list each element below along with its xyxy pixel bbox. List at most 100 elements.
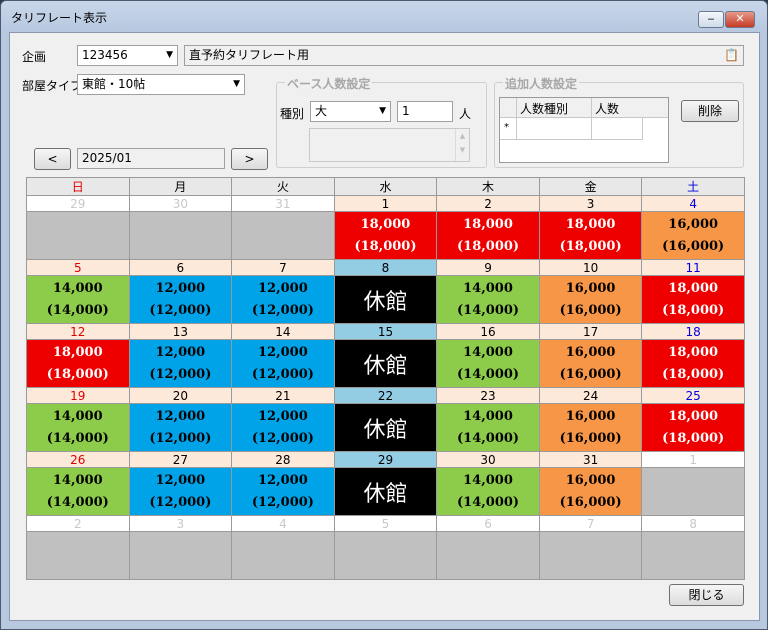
extra-people-grid[interactable]: 人数種別 人数 * (499, 97, 669, 163)
price-cell[interactable]: 12,000 (12,000) (231, 467, 335, 516)
day-number[interactable]: 9 (436, 259, 540, 276)
price-cell[interactable]: 18,000 (18,000) (436, 211, 540, 260)
price-cell[interactable]: 12,000 (12,000) (231, 275, 335, 324)
price-cell[interactable]: 16,000 (16,000) (641, 211, 745, 260)
day-number[interactable]: 31 (538, 451, 643, 468)
month-field[interactable]: 2025/01 (77, 148, 225, 169)
day-number[interactable]: 18 (641, 323, 745, 340)
price-cell[interactable]: 18,000 (18,000) (641, 275, 745, 324)
day-number[interactable]: 1 (333, 195, 438, 212)
minimize-button[interactable]: ‒ (698, 11, 724, 28)
empty-day-cell[interactable] (641, 531, 745, 580)
day-number[interactable]: 6 (436, 515, 540, 532)
day-number[interactable]: 3 (538, 195, 643, 212)
day-number[interactable]: 5 (26, 259, 130, 276)
day-number[interactable]: 29 (333, 451, 438, 468)
price-cell[interactable]: 12,000 (12,000) (128, 275, 233, 324)
day-number[interactable]: 26 (26, 451, 130, 468)
day-number[interactable]: 25 (641, 387, 745, 404)
empty-day-cell[interactable] (26, 211, 130, 260)
price-cell[interactable]: 14,000 (14,000) (436, 403, 540, 452)
day-number[interactable]: 15 (333, 323, 438, 340)
day-number[interactable]: 14 (231, 323, 335, 340)
day-number[interactable]: 7 (538, 515, 643, 532)
grid-col-count[interactable]: 人数 (595, 100, 619, 117)
next-month-button[interactable]: > (231, 148, 268, 170)
day-number[interactable]: 5 (333, 515, 438, 532)
plan-name-field[interactable]: 直予約タリフレート用 📋 (184, 45, 744, 66)
base-count-input[interactable]: 1 (397, 101, 453, 122)
empty-day-cell[interactable] (436, 531, 540, 580)
scrollbar[interactable]: ▲ ▼ (455, 129, 469, 161)
day-number[interactable]: 27 (128, 451, 233, 468)
price-cell[interactable]: 12,000 (12,000) (128, 467, 233, 516)
day-number[interactable]: 2 (436, 195, 540, 212)
delete-button[interactable]: 削除 (681, 100, 739, 122)
day-number[interactable]: 31 (231, 195, 335, 212)
day-number[interactable]: 29 (26, 195, 130, 212)
day-number[interactable]: 30 (128, 195, 233, 212)
closed-day-cell[interactable]: 休館 (333, 403, 438, 452)
closed-day-cell[interactable]: 休館 (333, 275, 438, 324)
price-cell[interactable]: 12,000 (12,000) (128, 339, 233, 388)
price-cell[interactable]: 12,000 (12,000) (128, 403, 233, 452)
day-number[interactable]: 24 (538, 387, 643, 404)
closed-day-cell[interactable]: 休館 (333, 339, 438, 388)
price-cell[interactable]: 16,000 (16,000) (538, 339, 643, 388)
price-cell[interactable]: 14,000 (14,000) (26, 275, 130, 324)
day-number[interactable]: 8 (333, 259, 438, 276)
price-cell[interactable]: 12,000 (12,000) (231, 403, 335, 452)
day-number[interactable]: 2 (26, 515, 130, 532)
price-cell[interactable]: 14,000 (14,000) (26, 467, 130, 516)
price-cell[interactable]: 16,000 (16,000) (538, 275, 643, 324)
empty-day-cell[interactable] (26, 531, 130, 580)
day-number[interactable]: 11 (641, 259, 745, 276)
price-cell[interactable]: 18,000 (18,000) (333, 211, 438, 260)
day-number[interactable]: 13 (128, 323, 233, 340)
day-number[interactable]: 20 (128, 387, 233, 404)
day-number[interactable]: 30 (436, 451, 540, 468)
empty-day-cell[interactable] (231, 211, 335, 260)
day-number[interactable]: 8 (641, 515, 745, 532)
day-number[interactable]: 1 (641, 451, 745, 468)
day-number[interactable]: 3 (128, 515, 233, 532)
day-number[interactable]: 4 (231, 515, 335, 532)
day-number[interactable]: 21 (231, 387, 335, 404)
day-number[interactable]: 6 (128, 259, 233, 276)
day-number[interactable]: 16 (436, 323, 540, 340)
empty-day-cell[interactable] (538, 531, 643, 580)
price-cell[interactable]: 12,000 (12,000) (231, 339, 335, 388)
day-number[interactable]: 17 (538, 323, 643, 340)
day-number[interactable]: 4 (641, 195, 745, 212)
prev-month-button[interactable]: < (34, 148, 71, 170)
day-number[interactable]: 12 (26, 323, 130, 340)
day-number[interactable]: 23 (436, 387, 540, 404)
price-cell[interactable]: 18,000 (18,000) (641, 403, 745, 452)
day-number[interactable]: 22 (333, 387, 438, 404)
price-cell[interactable]: 14,000 (14,000) (436, 339, 540, 388)
title-bar[interactable]: タリフレート表示 ‒ ✕ (1, 1, 767, 31)
kind-combo[interactable]: 大 ▼ (310, 101, 391, 122)
closed-day-cell[interactable]: 休館 (333, 467, 438, 516)
empty-day-cell[interactable] (128, 531, 233, 580)
price-cell[interactable]: 16,000 (16,000) (538, 403, 643, 452)
price-cell[interactable]: 14,000 (14,000) (436, 467, 540, 516)
day-number[interactable]: 7 (231, 259, 335, 276)
price-cell[interactable]: 14,000 (14,000) (26, 403, 130, 452)
price-cell[interactable]: 18,000 (18,000) (641, 339, 745, 388)
day-number[interactable]: 10 (538, 259, 643, 276)
room-type-combo[interactable]: 東館・10帖 ▼ (77, 74, 245, 95)
empty-day-cell[interactable] (231, 531, 335, 580)
empty-day-cell[interactable] (128, 211, 233, 260)
day-number[interactable]: 19 (26, 387, 130, 404)
price-cell[interactable]: 18,000 (18,000) (26, 339, 130, 388)
day-number[interactable]: 28 (231, 451, 335, 468)
price-cell[interactable]: 16,000 (16,000) (538, 467, 643, 516)
price-cell[interactable]: 18,000 (18,000) (538, 211, 643, 260)
base-notes-box[interactable]: ▲ ▼ (309, 128, 470, 162)
plan-combo[interactable]: 123456 ▼ (77, 45, 178, 66)
empty-day-cell[interactable] (333, 531, 438, 580)
empty-day-cell[interactable] (641, 467, 745, 516)
close-window-button[interactable]: ✕ (725, 11, 755, 28)
grid-col-person-type[interactable]: 人数種別 (520, 100, 568, 117)
